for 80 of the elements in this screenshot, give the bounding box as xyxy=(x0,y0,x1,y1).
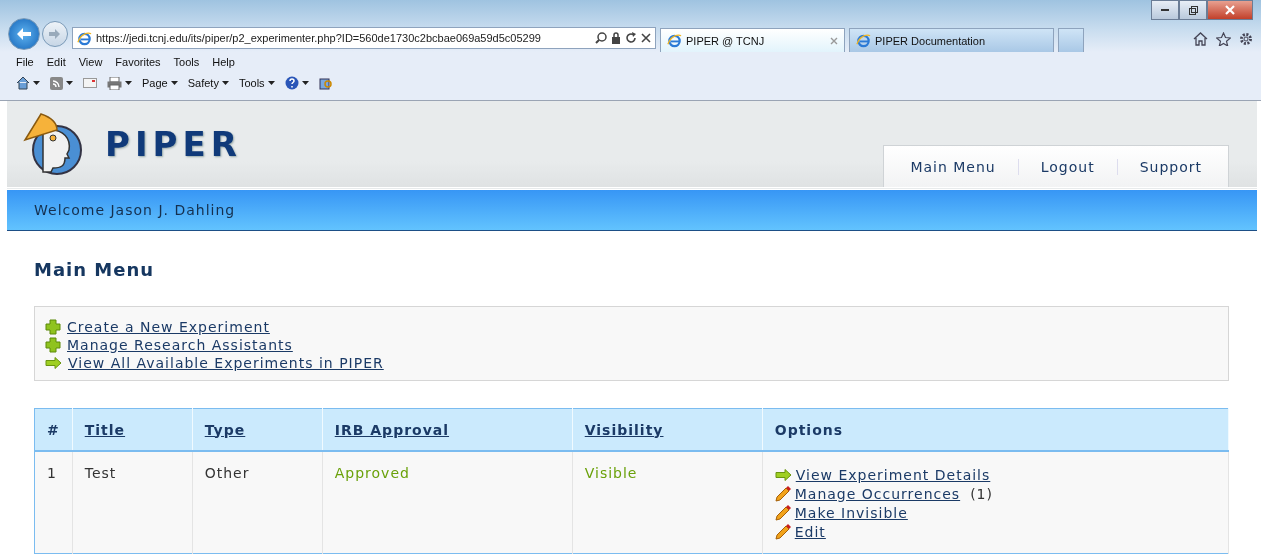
table-cell: Other xyxy=(192,451,323,554)
restore-icon xyxy=(1188,5,1198,15)
mail-icon[interactable] xyxy=(83,78,97,88)
printer-icon[interactable] xyxy=(107,76,122,90)
welcome-text: Welcome Jason J. Dahling xyxy=(34,202,236,218)
plus-icon xyxy=(45,336,61,353)
column-header[interactable]: Visibility xyxy=(572,408,763,451)
quick-link[interactable]: View All Available Experiments in PIPER xyxy=(68,354,384,371)
research-icon[interactable] xyxy=(318,76,333,90)
quick-link[interactable]: Create a New Experiment xyxy=(67,318,270,335)
menu-item[interactable]: File xyxy=(16,56,34,74)
column-header[interactable]: IRB Approval xyxy=(322,408,573,451)
pencil-icon xyxy=(774,504,791,521)
close-button[interactable] xyxy=(1207,0,1253,20)
caret-icon xyxy=(170,81,178,85)
column-header: # xyxy=(34,408,73,451)
back-button[interactable] xyxy=(8,18,40,50)
back-arrow-icon xyxy=(16,27,32,41)
caret-icon xyxy=(125,81,132,85)
close-icon xyxy=(1225,5,1235,15)
browser-tab[interactable]: PIPER @ TCNJ xyxy=(660,28,845,52)
restore-button[interactable] xyxy=(1179,0,1207,20)
minimize-button[interactable] xyxy=(1151,0,1179,20)
home-icon[interactable] xyxy=(16,76,30,90)
column-header: Options xyxy=(762,408,1229,451)
sort-link[interactable]: Visibility xyxy=(584,421,664,438)
forward-arrow-icon xyxy=(49,29,61,39)
option-link[interactable]: Edit xyxy=(794,523,826,540)
pencil-icon xyxy=(774,485,791,502)
refresh-icon[interactable] xyxy=(625,32,637,44)
caret-icon xyxy=(66,81,73,85)
sort-link[interactable]: IRB Approval xyxy=(334,421,450,438)
nav-link[interactable]: Main Menu xyxy=(888,158,1018,175)
browser-logo-icon xyxy=(856,33,871,48)
page-heading: Main Menu xyxy=(34,259,156,280)
option-link[interactable]: Manage Occurrences xyxy=(794,485,961,502)
menu-item[interactable]: Tools xyxy=(173,56,200,74)
site-logo: PIPER xyxy=(105,124,242,164)
search-icon[interactable] xyxy=(595,32,607,44)
feed-icon[interactable] xyxy=(50,76,63,90)
quick-link[interactable]: Manage Research Assistants xyxy=(67,336,293,353)
pencil-icon xyxy=(774,523,791,540)
plus-icon xyxy=(45,318,61,335)
nav-link[interactable]: Logout xyxy=(1017,158,1117,175)
option-link[interactable]: View Experiment Details xyxy=(795,466,991,483)
command-menu[interactable]: Safety xyxy=(187,77,229,89)
browser-logo-icon xyxy=(667,33,682,48)
menu-item[interactable]: Favorites xyxy=(115,56,161,74)
minimize-icon xyxy=(1161,9,1169,11)
table-cell: 1 xyxy=(34,451,73,554)
caret-icon xyxy=(267,81,275,85)
option-link[interactable]: Make Invisible xyxy=(794,504,908,521)
settings-icon[interactable] xyxy=(1239,32,1253,46)
star-icon[interactable] xyxy=(1216,32,1231,46)
browser-logo-icon xyxy=(77,30,92,46)
caret-icon xyxy=(301,81,309,85)
column-header[interactable]: Title xyxy=(72,408,193,451)
menu-item[interactable]: View xyxy=(78,56,103,74)
nav-link[interactable]: Support xyxy=(1116,158,1224,175)
lock-icon xyxy=(611,32,621,44)
arrow-icon xyxy=(45,356,62,369)
command-menu[interactable]: Tools xyxy=(238,77,275,89)
command-menu[interactable]: Page xyxy=(142,77,178,89)
arrow-icon xyxy=(774,468,792,481)
column-header[interactable]: Type xyxy=(192,408,323,451)
menu-item[interactable]: Edit xyxy=(46,56,66,74)
menu-item[interactable]: Help xyxy=(212,56,235,74)
close-icon[interactable] xyxy=(641,33,651,43)
occurrence-count: (1) xyxy=(970,485,993,502)
status-cell: Approved xyxy=(322,451,573,554)
help-icon[interactable] xyxy=(284,76,299,90)
status-cell: Visible xyxy=(572,451,763,554)
address-bar[interactable]: https://jedi.tcnj.edu/its/piper/p2_experimenter.php?ID=560de1730c2bcbae069a59d5c05299 xyxy=(72,27,656,49)
browser-tab[interactable]: PIPER Documentation xyxy=(849,28,1054,52)
table-cell: Test xyxy=(72,451,193,554)
sort-link[interactable]: Title xyxy=(84,421,126,438)
caret-icon xyxy=(221,81,229,85)
home-icon[interactable] xyxy=(1193,32,1208,46)
caret-icon xyxy=(33,81,40,85)
sort-link[interactable]: Type xyxy=(204,421,246,438)
